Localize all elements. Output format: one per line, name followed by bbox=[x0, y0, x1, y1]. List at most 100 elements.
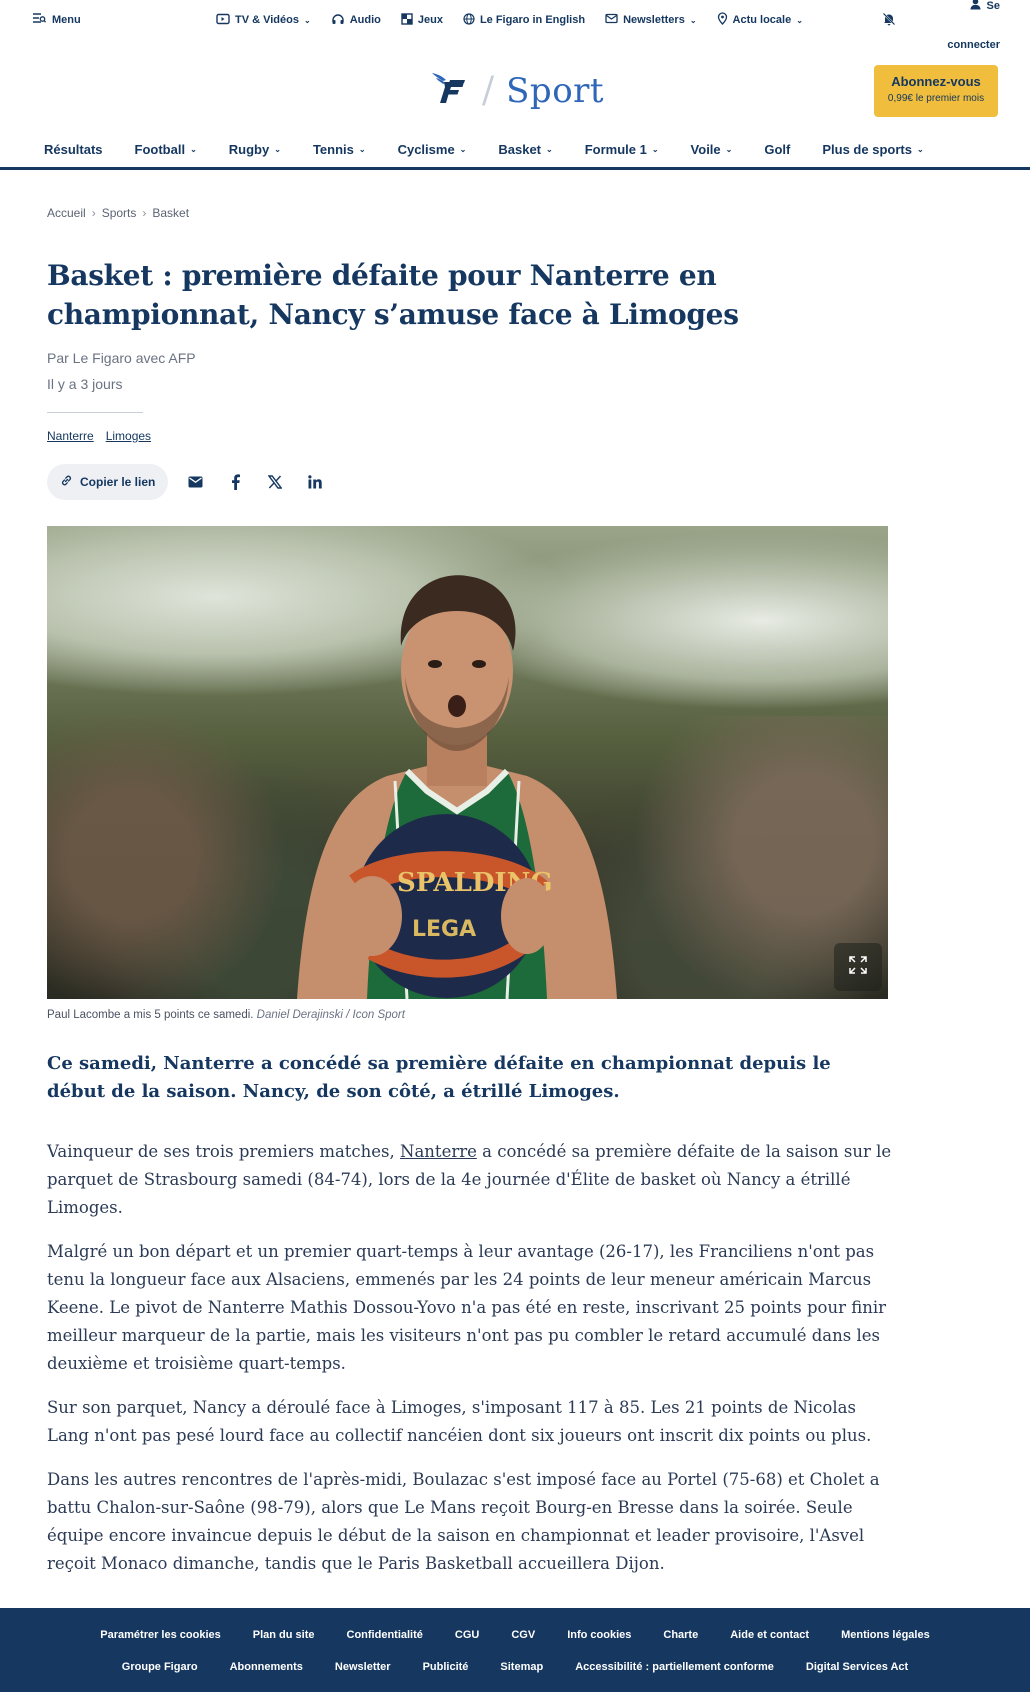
footer-link-charte[interactable]: Charte bbox=[663, 1629, 698, 1641]
mail-icon bbox=[605, 13, 618, 27]
top-link-newsletters[interactable]: Newsletters ⌄ bbox=[605, 12, 697, 28]
breadcrumb-basket[interactable]: Basket bbox=[152, 206, 189, 220]
login-link[interactable]: Se connecter bbox=[938, 0, 1000, 52]
menu-button[interactable]: Menu bbox=[32, 12, 81, 27]
grid-icon bbox=[401, 12, 413, 28]
top-link-jeux[interactable]: Jeux bbox=[401, 12, 443, 28]
nav-item-golf[interactable]: Golf bbox=[764, 142, 790, 157]
nav-item-cyclisme[interactable]: Cyclisme ⌄ bbox=[398, 142, 467, 157]
footer-link-accessibilite[interactable]: Accessibilité : partiellement conforme bbox=[575, 1661, 774, 1673]
share-bar: Copier le lien bbox=[47, 464, 328, 500]
footer-link-mentions-legales[interactable]: Mentions légales bbox=[841, 1629, 930, 1641]
breadcrumb-sports[interactable]: Sports bbox=[102, 206, 137, 220]
figaro-logo-icon bbox=[430, 70, 470, 111]
paragraph-1: Vainqueur de ses trois premiers matches,… bbox=[47, 1138, 892, 1222]
article-photo[interactable]: SPALDING LEGA bbox=[47, 526, 888, 999]
photo-player-illustration: SPALDING LEGA bbox=[297, 575, 617, 999]
top-link-label: Jeux bbox=[417, 14, 443, 26]
nav-item-plus-de-sports[interactable]: Plus de sports ⌄ bbox=[822, 142, 923, 157]
nav-item-label: Golf bbox=[764, 142, 791, 157]
footer-link-groupe-figaro[interactable]: Groupe Figaro bbox=[122, 1661, 198, 1673]
nav-item-label: Rugby bbox=[228, 142, 270, 157]
footer-link-plan-du-site[interactable]: Plan du site bbox=[253, 1629, 315, 1641]
article-date: Il y a 3 jours bbox=[47, 376, 123, 392]
link-icon bbox=[60, 474, 73, 490]
nav-item-football[interactable]: Football ⌄ bbox=[135, 142, 197, 157]
footer-link-aide-contact[interactable]: Aide et contact bbox=[730, 1629, 809, 1641]
article-lead: Ce samedi, Nanterre a concédé sa premièr… bbox=[47, 1053, 831, 1102]
breadcrumb-accueil[interactable]: Accueil bbox=[47, 206, 86, 220]
nav-item-label: Tennis bbox=[312, 142, 354, 157]
caption-credit: Daniel Derajinski / Icon Sport bbox=[256, 1009, 405, 1021]
headphones-icon bbox=[331, 13, 345, 28]
sport-nav: Résultats Football ⌄ Rugby ⌄ Tennis ⌄ Cycli… bbox=[0, 136, 1030, 170]
share-linkedin-icon[interactable] bbox=[302, 469, 328, 495]
footer-link-publicite[interactable]: Publicité bbox=[423, 1661, 469, 1673]
nav-item-voile[interactable]: Voile ⌄ bbox=[691, 142, 733, 157]
top-link-audio[interactable]: Audio bbox=[331, 12, 381, 28]
expand-image-button[interactable] bbox=[834, 943, 882, 991]
top-link-label: Newsletters bbox=[623, 14, 685, 26]
chevron-down-icon: ⌄ bbox=[689, 15, 697, 25]
footer-link-confidentialite[interactable]: Confidentialité bbox=[347, 1629, 423, 1641]
share-email-icon[interactable] bbox=[182, 469, 208, 495]
top-links: TV & Vidéos ⌄ Audio Jeux Le Figaro in En… bbox=[216, 12, 803, 28]
nav-item-resultats[interactable]: Résultats bbox=[44, 142, 103, 157]
user-icon bbox=[970, 0, 981, 14]
footer-link-cookies-settings[interactable]: Paramétrer les cookies bbox=[100, 1629, 220, 1641]
chevron-down-icon: ⌄ bbox=[651, 145, 659, 154]
top-link-tv-videos[interactable]: TV & Vidéos ⌄ bbox=[216, 12, 311, 28]
copy-link-button[interactable]: Copier le lien bbox=[47, 464, 169, 500]
top-link-label: Actu locale bbox=[732, 14, 792, 26]
notifications-off-icon[interactable] bbox=[882, 12, 896, 31]
nav-item-tennis[interactable]: Tennis ⌄ bbox=[313, 142, 366, 157]
pin-icon bbox=[717, 12, 728, 28]
photo-caption: Paul Lacombe a mis 5 points ce samedi. D… bbox=[47, 1009, 405, 1021]
chevron-down-icon: ⌄ bbox=[459, 145, 467, 154]
tv-icon bbox=[216, 13, 230, 28]
nav-item-formule-1[interactable]: Formule 1 ⌄ bbox=[585, 142, 659, 157]
tag-link-limoges[interactable]: Limoges bbox=[106, 429, 151, 443]
top-link-label: Audio bbox=[349, 14, 381, 26]
menu-label: Menu bbox=[52, 13, 81, 26]
chevron-down-icon: ⌄ bbox=[303, 15, 311, 25]
paragraph-3: Sur son parquet, Nancy a déroulé face à … bbox=[47, 1398, 872, 1445]
inline-link-nanterre[interactable]: Nanterre bbox=[400, 1142, 477, 1161]
footer-link-abonnements[interactable]: Abonnements bbox=[230, 1661, 303, 1673]
chevron-right-icon: › bbox=[91, 206, 96, 220]
brand[interactable]: / Sport bbox=[430, 70, 604, 111]
article-tags: Nanterre Limoges bbox=[47, 429, 151, 443]
login-label-line1: Se bbox=[986, 0, 1000, 12]
top-link-actu-locale[interactable]: Actu locale ⌄ bbox=[717, 12, 803, 28]
footer-link-cgv[interactable]: CGV bbox=[511, 1629, 535, 1641]
nav-item-rugby[interactable]: Rugby ⌄ bbox=[229, 142, 281, 157]
footer-link-sitemap[interactable]: Sitemap bbox=[500, 1661, 543, 1673]
nav-item-label: Formule 1 bbox=[584, 142, 647, 157]
top-link-label: Le Figaro in English bbox=[479, 14, 586, 26]
menu-icon bbox=[32, 12, 47, 27]
nav-item-label: Basket bbox=[498, 142, 542, 157]
nav-item-label: Plus de sports bbox=[822, 142, 912, 157]
footer-link-newsletter[interactable]: Newsletter bbox=[335, 1661, 391, 1673]
top-link-english[interactable]: Le Figaro in English bbox=[463, 12, 585, 28]
footer: Paramétrer les cookies Plan du site Conf… bbox=[0, 1608, 1030, 1692]
footer-link-dsa[interactable]: Digital Services Act bbox=[806, 1661, 908, 1673]
share-x-icon[interactable] bbox=[262, 469, 288, 495]
subscribe-title: Abonnez-vous bbox=[891, 74, 981, 89]
chevron-down-icon: ⌄ bbox=[274, 145, 281, 154]
footer-link-info-cookies[interactable]: Info cookies bbox=[567, 1629, 631, 1641]
article-title: Basket : première défaite pour Nanterre … bbox=[47, 259, 739, 331]
nav-item-basket[interactable]: Basket ⌄ bbox=[498, 142, 552, 157]
article-author: Par Le Figaro avec AFP bbox=[47, 350, 196, 366]
chevron-down-icon: ⌄ bbox=[796, 15, 803, 25]
breadcrumb: Accueil › Sports › Basket bbox=[47, 206, 189, 220]
tag-link-nanterre[interactable]: Nanterre bbox=[47, 429, 94, 443]
brand-divider: / bbox=[482, 70, 495, 111]
top-utility-bar: Menu TV & Vidéos ⌄ Audio Jeux Le Figaro … bbox=[0, 0, 1030, 51]
footer-link-cgu[interactable]: CGU bbox=[455, 1629, 479, 1641]
copy-link-label: Copier le lien bbox=[80, 475, 156, 489]
share-facebook-icon[interactable] bbox=[222, 469, 248, 495]
subscribe-offer: 0,99€ le premier mois bbox=[887, 93, 985, 104]
subscribe-button[interactable]: Abonnez-vous 0,99€ le premier mois bbox=[874, 65, 998, 117]
article-body: Vainqueur de ses trois premiers matches,… bbox=[47, 1138, 892, 1594]
